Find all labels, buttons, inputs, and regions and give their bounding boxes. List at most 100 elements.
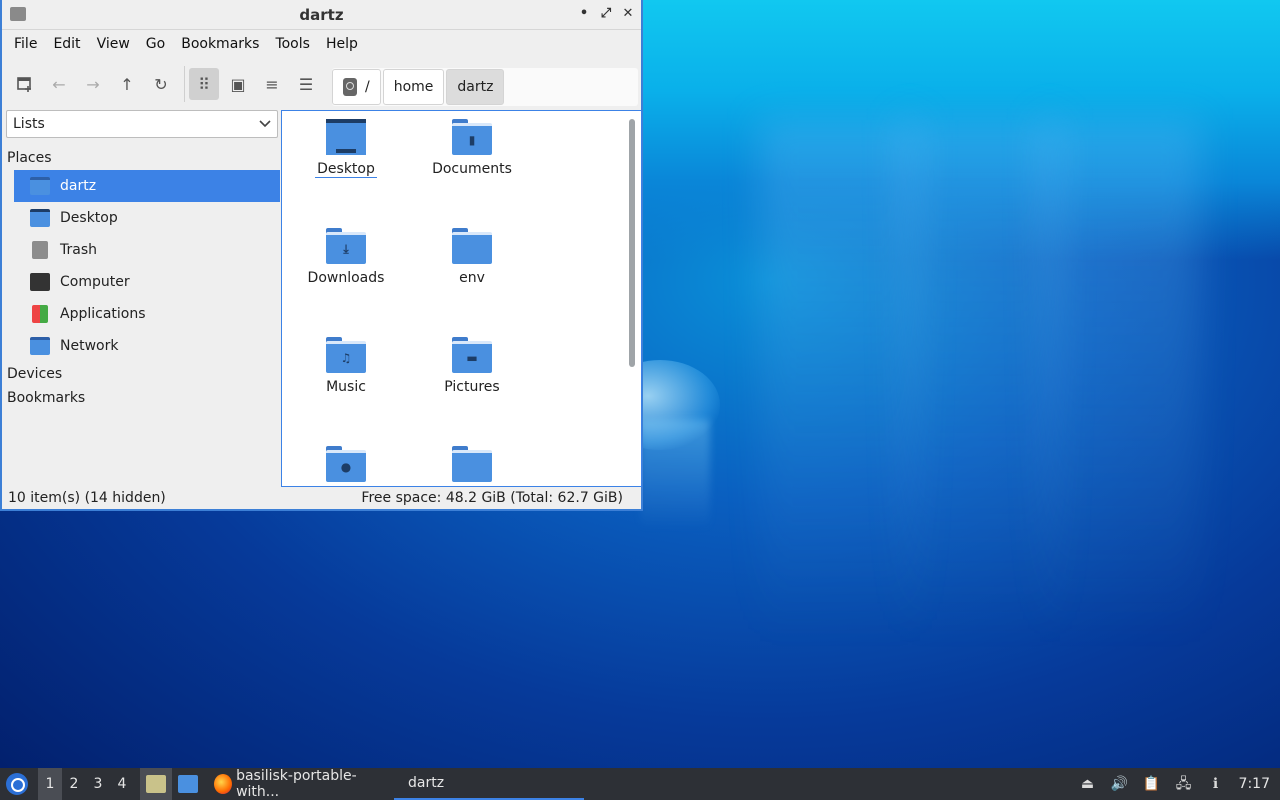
- computer-icon: [30, 273, 50, 291]
- eject-icon[interactable]: ⏏: [1079, 775, 1097, 793]
- toolbar-separator: [184, 66, 185, 102]
- side-pane-mode-select[interactable]: Lists: [6, 110, 278, 138]
- new-window-icon: [17, 77, 31, 92]
- minimize-button[interactable]: •: [577, 6, 591, 22]
- file-item-downloads[interactable]: ⤓ Downloads: [286, 228, 406, 286]
- task-basilisk[interactable]: basilisk-portable-with...: [204, 768, 394, 800]
- volume-icon[interactable]: 🔊: [1111, 775, 1129, 793]
- menu-bookmarks[interactable]: Bookmarks: [173, 36, 267, 52]
- wallpaper-jellyfish-tentacles: [640, 420, 710, 530]
- status-bar: 10 item(s) (14 hidden) Free space: 48.2 …: [2, 487, 641, 509]
- menu-tools[interactable]: Tools: [267, 36, 318, 52]
- folder-icon: [10, 7, 26, 21]
- drive-icon: [343, 78, 357, 96]
- launcher-file-manager[interactable]: [140, 768, 172, 800]
- menubar: File Edit View Go Bookmarks Tools Help: [2, 30, 641, 58]
- path-crumb-root[interactable]: /: [332, 69, 381, 105]
- path-bar: / home dartz: [332, 68, 638, 106]
- taskbar: 1 2 3 4 basilisk-portable-with... dartz …: [0, 768, 1280, 800]
- new-window-button[interactable]: [10, 68, 40, 100]
- list-view-icon: ☰: [298, 74, 314, 94]
- desktop-switcher-2[interactable]: 2: [62, 768, 86, 800]
- file-item-public[interactable]: ●: [286, 446, 406, 486]
- status-item-count: 10 item(s) (14 hidden): [8, 490, 166, 506]
- menu-view[interactable]: View: [89, 36, 138, 52]
- section-bookmarks[interactable]: Bookmarks: [4, 386, 280, 410]
- firefox-icon: [214, 774, 233, 794]
- wallpaper-light-ray: [760, 120, 920, 640]
- downloads-folder-icon: ⤓: [326, 228, 366, 264]
- sidebar-item-network[interactable]: Network: [14, 330, 280, 362]
- maximize-button[interactable]: ⤢: [599, 6, 613, 22]
- sidebar-item-applications[interactable]: Applications: [14, 298, 280, 330]
- task-label: dartz: [408, 775, 445, 791]
- forward-button[interactable]: →: [78, 68, 108, 100]
- public-folder-icon: ●: [326, 446, 366, 482]
- start-menu-button[interactable]: [6, 773, 28, 795]
- system-tray: ⏏ 🔊 📋 🖧 ℹ 7:17: [1079, 775, 1280, 793]
- menu-edit[interactable]: Edit: [45, 36, 88, 52]
- compact-view-icon: ≡: [265, 74, 279, 94]
- reload-button[interactable]: ↻: [146, 68, 176, 100]
- desktop-icon: [30, 209, 50, 227]
- file-item-env[interactable]: env: [412, 228, 532, 286]
- vertical-scrollbar[interactable]: [629, 119, 635, 367]
- section-devices[interactable]: Devices: [4, 362, 280, 386]
- menu-help[interactable]: Help: [318, 36, 366, 52]
- applications-icon: [32, 305, 48, 323]
- menu-file[interactable]: File: [6, 36, 45, 52]
- sidebar-item-label: dartz: [60, 178, 97, 194]
- forward-arrow-icon: →: [86, 74, 100, 94]
- close-button[interactable]: ✕: [621, 6, 635, 22]
- notification-icon[interactable]: ℹ: [1207, 775, 1225, 793]
- path-crumb-home[interactable]: home: [382, 69, 445, 105]
- sidebar-item-label: Trash: [60, 242, 97, 258]
- file-item-folder[interactable]: [412, 446, 532, 486]
- sidebar-item-dartz[interactable]: dartz: [14, 170, 280, 202]
- window-titlebar[interactable]: dartz • ⤢ ✕: [2, 0, 641, 30]
- file-item-documents[interactable]: ▮ Documents: [412, 119, 532, 177]
- reload-icon: ↻: [154, 74, 168, 94]
- sidebar-item-label: Desktop: [60, 210, 118, 226]
- file-item-label: Music: [326, 379, 366, 395]
- file-item-pictures[interactable]: ▬ Pictures: [412, 337, 532, 395]
- thumbnail-view-button[interactable]: ▣: [223, 68, 253, 100]
- back-button[interactable]: ←: [44, 68, 74, 100]
- menu-go[interactable]: Go: [138, 36, 173, 52]
- section-places[interactable]: Places: [4, 146, 280, 170]
- status-free-space: Free space: 48.2 GiB (Total: 62.7 GiB): [361, 490, 623, 506]
- icon-view-button[interactable]: ⠿: [189, 68, 219, 100]
- desktop-switcher-4[interactable]: 4: [110, 768, 134, 800]
- file-item-label: env: [459, 270, 485, 286]
- launcher-show-desktop[interactable]: [172, 768, 204, 800]
- file-item-music[interactable]: ♫ Music: [286, 337, 406, 395]
- desktop-switcher-3[interactable]: 3: [86, 768, 110, 800]
- file-item-label: Downloads: [307, 270, 385, 286]
- compact-view-button[interactable]: ≡: [257, 68, 287, 100]
- back-arrow-icon: ←: [52, 74, 66, 94]
- desktop-icon: [178, 775, 198, 793]
- clock[interactable]: 7:17: [1239, 776, 1270, 792]
- path-crumb-label: /: [365, 79, 370, 95]
- path-crumb-dartz[interactable]: dartz: [446, 69, 505, 105]
- sidebar-item-desktop[interactable]: Desktop: [14, 202, 280, 234]
- home-folder-icon: [30, 177, 50, 195]
- up-button[interactable]: ↑: [112, 68, 142, 100]
- icon-view-icon: ⠿: [198, 74, 210, 94]
- sidebar-item-label: Network: [60, 338, 119, 354]
- desktop-switcher-1[interactable]: 1: [38, 768, 62, 800]
- sidebar-item-trash[interactable]: Trash: [14, 234, 280, 266]
- file-manager-window[interactable]: dartz • ⤢ ✕ File Edit View Go Bookmarks …: [0, 0, 643, 511]
- task-dartz[interactable]: dartz: [394, 768, 584, 800]
- file-item-desktop[interactable]: Desktop: [286, 119, 406, 178]
- toolbar: ← → ↑ ↻ ⠿ ▣ ≡ ☰ / home dartz: [2, 58, 641, 110]
- file-icon-view[interactable]: Desktop ▮ Documents ⤓ Downloads env ♫ Mu…: [281, 110, 642, 487]
- trash-icon: [32, 241, 48, 259]
- network-icon[interactable]: 🖧: [1175, 775, 1193, 793]
- clipboard-icon[interactable]: 📋: [1143, 775, 1161, 793]
- window-title: dartz: [299, 5, 344, 24]
- sidebar-item-computer[interactable]: Computer: [14, 266, 280, 298]
- wallpaper-light-ray: [1040, 120, 1200, 640]
- file-item-label: Documents: [432, 161, 512, 177]
- list-view-button[interactable]: ☰: [291, 68, 321, 100]
